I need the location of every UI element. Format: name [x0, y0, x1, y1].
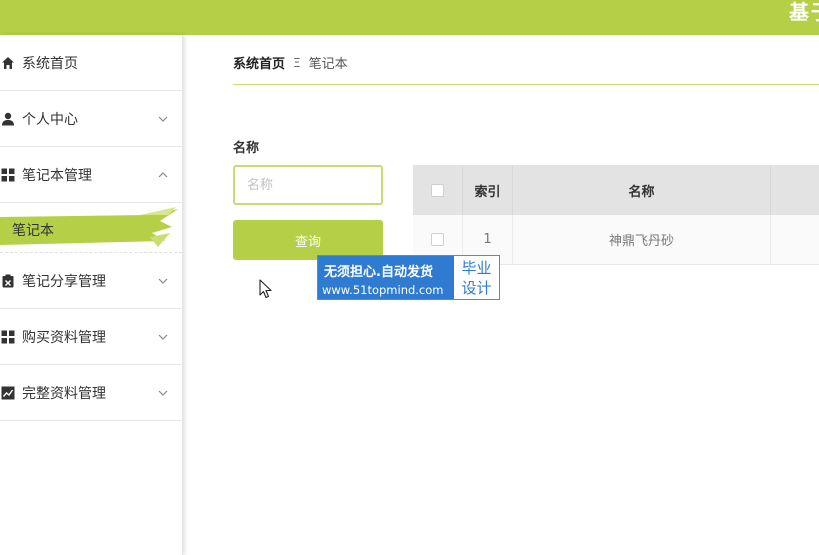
name-search-input[interactable]: [233, 165, 383, 205]
sidebar-item-personal-center[interactable]: 个人中心: [0, 91, 182, 147]
name-field-label: 名称: [233, 141, 260, 156]
submenu-item-label: 笔记本: [12, 223, 54, 239]
chevron-down-icon: [158, 334, 168, 340]
row-extra: [771, 215, 819, 264]
watermark-line1: 无须担心.自动发货: [324, 265, 433, 280]
header-index: 索引: [463, 165, 513, 215]
sidebar-item-label: 购买资料管理: [22, 329, 106, 346]
grid-icon: [0, 329, 16, 345]
watermark-tag: 毕业 设计: [454, 256, 499, 299]
chart-icon: [0, 385, 16, 401]
watermark-tag-top: 毕业: [461, 259, 492, 277]
chevron-down-icon: [158, 278, 168, 284]
sidebar-item-label: 笔记本管理: [22, 167, 92, 184]
breadcrumb-current: 笔记本: [308, 57, 348, 72]
sidebar-item-label: 系统首页: [22, 55, 78, 72]
sidebar-item-label: 笔记分享管理: [22, 273, 106, 290]
sidebar-item-home[interactable]: 系统首页: [0, 35, 182, 91]
watermark-text-block: 无须担心.自动发货 www.51topmind.com: [318, 256, 454, 299]
top-header: 基于: [0, 0, 819, 35]
breadcrumb: 系统首页 Ξ 笔记本: [233, 53, 348, 73]
watermark-banner: 无须担心.自动发货 www.51topmind.com 毕业 设计: [317, 255, 500, 300]
header-extra: [771, 165, 819, 215]
sidebar-item-notebook-management[interactable]: 笔记本管理: [0, 147, 182, 203]
submenu-item-notebook[interactable]: 笔记本: [0, 203, 182, 253]
watermark-line2: www.51topmind.com: [322, 283, 444, 297]
grid-icon: [0, 167, 16, 183]
sidebar: 系统首页 个人中心 笔记本管理 笔记本 笔记分享管理 购买资料管理 完整资料管理: [0, 35, 183, 555]
clipboard-icon: [0, 273, 16, 289]
row-checkbox[interactable]: [431, 233, 444, 246]
breadcrumb-home-link[interactable]: 系统首页: [233, 53, 285, 72]
sidebar-item-purchase-material-management[interactable]: 购买资料管理: [0, 309, 182, 365]
query-button[interactable]: 查询: [233, 220, 383, 260]
header-checkbox-cell: [413, 165, 463, 215]
sidebar-item-note-share-management[interactable]: 笔记分享管理: [0, 253, 182, 309]
mouse-pointer-icon: [259, 279, 272, 299]
breadcrumb-divider: [233, 84, 819, 85]
app-title: 基于: [789, 0, 819, 24]
row-name: 神鼎飞丹砂: [513, 215, 771, 264]
watermark-tag-bottom: 设计: [461, 279, 492, 297]
user-icon: [0, 111, 16, 127]
breadcrumb-separator-icon: Ξ: [293, 55, 301, 70]
chevron-down-icon: [158, 116, 168, 122]
sidebar-item-complete-material-management[interactable]: 完整资料管理: [0, 365, 182, 421]
notebook-table: 索引 名称 1 神鼎飞丹砂: [413, 165, 819, 265]
select-all-checkbox[interactable]: [431, 183, 444, 197]
chevron-up-icon: [158, 171, 168, 177]
sidebar-item-label: 完整资料管理: [22, 385, 106, 402]
sidebar-item-label: 个人中心: [22, 111, 78, 128]
table-header-row: 索引 名称: [413, 165, 819, 215]
chevron-down-icon: [158, 390, 168, 396]
home-icon: [0, 55, 16, 71]
header-name: 名称: [513, 165, 771, 215]
